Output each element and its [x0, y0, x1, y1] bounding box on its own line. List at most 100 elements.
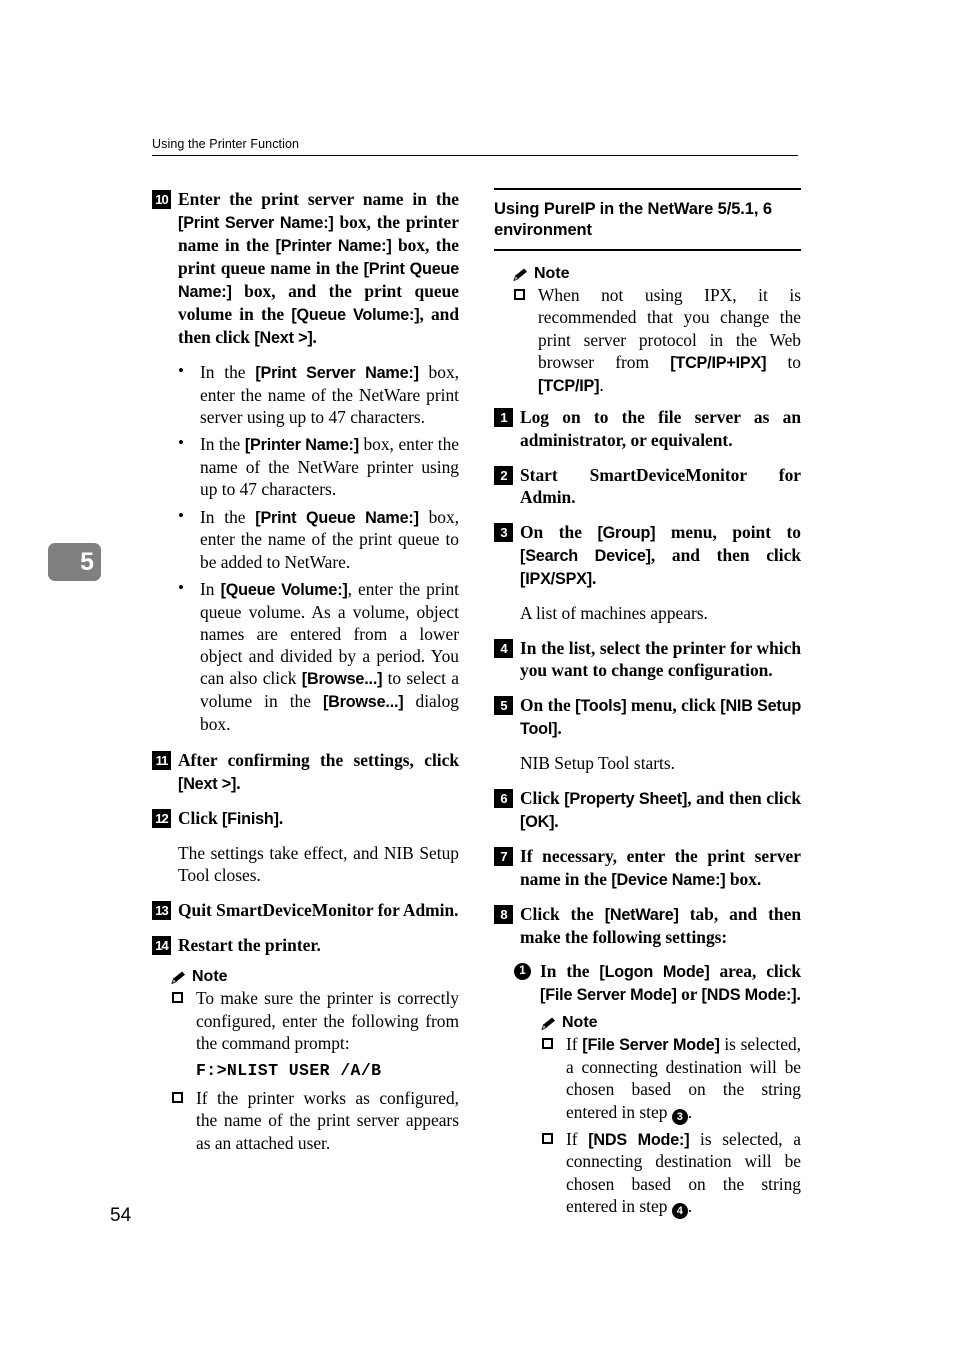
ui-reference: [Group] [597, 523, 656, 542]
step-14: 14 Restart the printer. [152, 934, 459, 957]
square-bullet-icon [514, 289, 525, 301]
step-4: 4 In the list, select the printer for wh… [494, 637, 801, 682]
step-6: 6 Click [Property Sheet], and then click… [494, 787, 801, 833]
square-bullet-icon [542, 1038, 553, 1050]
pencil-icon [540, 1016, 557, 1031]
note-header: Note [512, 265, 801, 283]
step-text: Enter the print server name in the [Prin… [178, 188, 459, 349]
step-text: Quit SmartDeviceMonitor for Admin. [178, 899, 459, 922]
note-label: Note [534, 265, 570, 283]
bullet-dot: • [178, 577, 184, 597]
note-block: Note If [File Server Mode] is selected, … [540, 1014, 801, 1219]
text-run: After confirming the settings, click [178, 750, 459, 771]
ui-reference: [TCP/IP+IPX] [670, 354, 767, 373]
note-item: If [NDS Mode:] is selected, a connecting… [540, 1128, 801, 1219]
ui-reference: [Queue Volume:] [220, 580, 348, 599]
step-text: If necessary, enter the print server nam… [520, 845, 801, 891]
text-run: . [687, 1195, 693, 1216]
command-line-text: F:>NLIST USER /A/B [196, 1061, 382, 1081]
step-text: Click the [NetWare] tab, and then make t… [520, 903, 801, 949]
note-item-list: If [File Server Mode] is selected, a con… [540, 1033, 801, 1219]
text-run: . [312, 326, 317, 347]
ui-reference: [Device Name:] [611, 870, 726, 889]
document-page: Using the Printer Function 5 5 4 10 Enter… [0, 0, 954, 1351]
step-badge: 14 [152, 935, 171, 955]
text-run: to [766, 352, 801, 373]
step-badge: 12 [152, 808, 171, 828]
step-badge: 13 [152, 901, 171, 921]
text-run: On the [520, 695, 576, 716]
text-run: . [236, 772, 241, 793]
step-result-text: A list of machines appears. [520, 603, 708, 624]
step-badge: 5 [494, 696, 513, 716]
bullet-dot: • [178, 361, 184, 380]
list-item-text: In the [Print Queue Name:] box, enter th… [200, 507, 459, 572]
section-heading: Using PureIP in the NetWare 5/5.1, 6 env… [494, 188, 801, 252]
text-run: , and then click [687, 787, 801, 808]
note-header: Note [540, 1014, 801, 1032]
step-text: On the [Tools] menu, click [NIB Setup To… [520, 694, 801, 740]
text-run: box. [725, 868, 762, 889]
ui-reference: [Print Queue Name:] [255, 508, 419, 527]
text-run: . [687, 1101, 693, 1122]
text-run: area, click [709, 961, 801, 982]
step-13: 13 Quit SmartDeviceMonitor for Admin. [152, 899, 459, 922]
text-run: If [566, 1128, 589, 1149]
text-run: To make sure the printer is correctly co… [196, 988, 459, 1053]
square-bullet-icon [172, 1092, 183, 1104]
note-item-text: To make sure the printer is correctly co… [196, 988, 459, 1053]
list-item: • In the [Print Server Name:] box, enter… [152, 361, 459, 428]
substep-badge: 1 [514, 963, 531, 981]
text-run: menu, click [626, 695, 721, 716]
note-item-text: If [NDS Mode:] is selected, a connecting… [566, 1128, 801, 1219]
running-header: Using the Printer Function [152, 137, 798, 156]
text-run: . [557, 718, 562, 739]
list-item-text: In the [Printer Name:] box, enter the na… [200, 434, 459, 499]
text-run: Click the [520, 903, 605, 924]
square-bullet-icon [542, 1132, 553, 1144]
ui-reference: [Browse...] [322, 693, 404, 712]
step-10: 10 Enter the print server name in the [P… [152, 188, 459, 349]
text-run: In the list, select the printer for whic… [520, 637, 801, 681]
heading-rule-top [494, 188, 801, 190]
step-badge: 6 [494, 788, 513, 808]
text-run: If the printer works as configured, the … [196, 1088, 459, 1153]
ui-reference: [NetWare] [604, 905, 679, 924]
ui-reference: [NDS Mode:] [701, 986, 797, 1005]
ui-reference: [Next >] [178, 774, 237, 793]
text-run: In the [200, 434, 245, 455]
text-run: Enter the print server name in the [178, 189, 459, 209]
step-reference-badge: 3 [671, 1108, 688, 1125]
running-header-title: Using the Printer Function [152, 137, 300, 151]
list-item-text: In [Queue Volume:], enter the print queu… [200, 579, 459, 734]
note-label: Note [192, 968, 228, 986]
ui-reference: [File Server Mode] [582, 1036, 720, 1055]
text-run: Restart the printer. [178, 934, 321, 955]
ui-reference: [Tools] [575, 697, 627, 716]
step-badge: 7 [494, 846, 513, 866]
step-text: On the [Group] menu, point to [Search De… [520, 521, 801, 590]
ui-reference: [Finish] [221, 809, 279, 828]
note-block: Note When not using IPX, it is recommend… [512, 265, 801, 396]
step-reference-badge: 4 [671, 1202, 688, 1219]
note-item-list: When not using IPX, it is recommended th… [512, 284, 801, 396]
note-item-text: When not using IPX, it is recommended th… [538, 285, 801, 395]
note-item: To make sure the printer is correctly co… [170, 987, 459, 1054]
text-run: On the [520, 521, 598, 542]
text-run: If [566, 1034, 583, 1055]
text-run: . [554, 810, 559, 831]
step-result-text: The settings take effect, and NIB Setup … [178, 842, 459, 886]
note-block: Note To make sure the printer is correct… [170, 968, 459, 1154]
text-run: Click [520, 787, 565, 808]
list-item: • In the [Print Queue Name:] box, enter … [152, 506, 459, 573]
step-badge: 10 [152, 190, 171, 209]
list-item: • In [Queue Volume:], enter the print qu… [152, 578, 459, 735]
header-rule [152, 154, 798, 156]
step-8: 8 Click the [NetWare] tab, and then make… [494, 903, 801, 949]
text-run: menu, point to [655, 521, 801, 542]
step-text: Restart the printer. [178, 934, 459, 957]
step-text: Click [Property Sheet], and then click [… [520, 787, 801, 833]
chapter-tab-number: 5 [80, 547, 94, 576]
step-result-text: NIB Setup Tool starts. [520, 753, 675, 774]
step-text: After confirming the settings, click [Ne… [178, 749, 459, 795]
